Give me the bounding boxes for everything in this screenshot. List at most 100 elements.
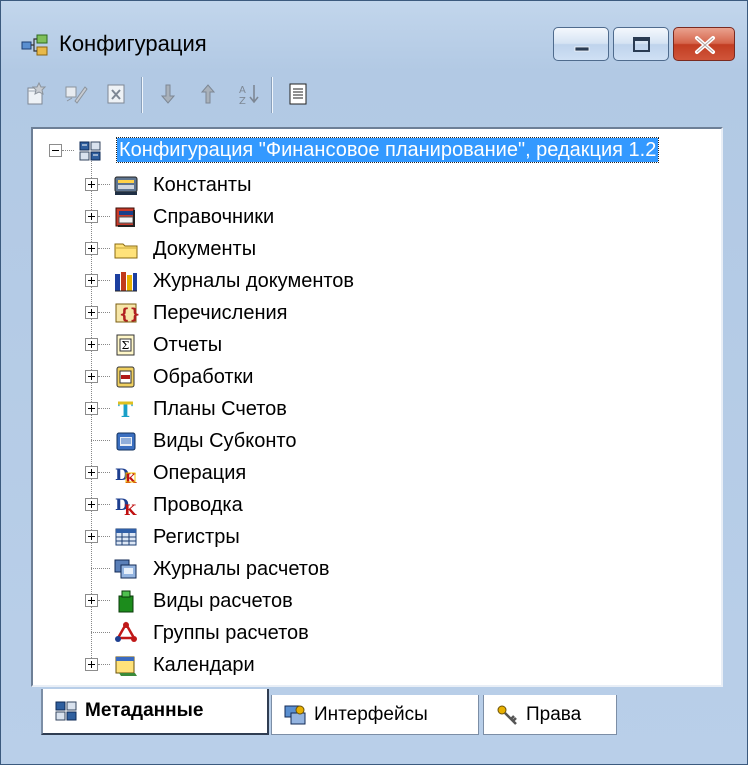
tree-item[interactable]: Журналы документов (33, 265, 721, 297)
tree-item-label[interactable]: Регистры (153, 525, 240, 549)
tree-item-label[interactable]: Операция (153, 461, 246, 485)
tab-metadata[interactable]: Метаданные (41, 689, 269, 735)
tree-item[interactable]: Документы (33, 233, 721, 265)
tree-connector (62, 150, 74, 152)
expand-icon[interactable] (85, 498, 98, 511)
tree-connector (91, 632, 110, 634)
tab-bar: Метаданные Интерфейсы Права (31, 687, 723, 743)
tree-item[interactable]: Справочники (33, 201, 721, 233)
tree-item[interactable]: Регистры (33, 521, 721, 553)
interfaces-icon (284, 705, 306, 724)
tree-item[interactable]: Σ Отчеты (33, 329, 721, 361)
document-journals-icon (115, 272, 137, 292)
svg-text:K: K (124, 503, 137, 518)
tree-item-label[interactable]: Справочники (153, 205, 274, 229)
tree-connector (98, 280, 110, 282)
configuration-window: Конфигурация A Z Конфигурация "Финансово… (0, 0, 748, 765)
expand-icon[interactable] (85, 274, 98, 287)
configuration-root-icon (79, 141, 101, 161)
tree-item[interactable]: D K Проводка (33, 489, 721, 521)
tree-item-label[interactable]: Календари (153, 653, 255, 677)
toolbar-separator (141, 77, 143, 113)
enumerations-icon: {} (115, 303, 139, 323)
chart-of-accounts-icon: T (118, 398, 133, 422)
calculation-journals-icon (114, 559, 137, 579)
tree-item[interactable]: T Планы Счетов (33, 393, 721, 425)
minimize-icon (574, 46, 590, 52)
tab-label: Метаданные (85, 700, 204, 721)
tree-connector (98, 184, 110, 186)
title-bar[interactable]: Конфигурация (1, 1, 747, 63)
tree-item[interactable]: Виды Субконто (33, 425, 721, 457)
close-button[interactable] (673, 27, 735, 61)
subconto-types-icon (116, 432, 136, 451)
tree-item-label[interactable]: Виды расчетов (153, 589, 293, 613)
catalogs-icon (115, 207, 135, 227)
svg-text:Σ: Σ (122, 339, 130, 352)
tree-item-label[interactable]: Отчеты (153, 333, 222, 357)
tree-item-label[interactable]: Планы Счетов (153, 397, 287, 421)
processing-icon (116, 366, 135, 388)
calculation-types-icon (118, 590, 134, 613)
metadata-tree-panel[interactable]: Конфигурация "Финансовое планирование", … (31, 127, 723, 687)
tree-item[interactable]: D K Операция (33, 457, 721, 489)
move-up-button[interactable] (193, 79, 223, 109)
tree-item[interactable]: Группы расчетов (33, 617, 721, 649)
tree-item[interactable]: {} Перечисления (33, 297, 721, 329)
tree-item[interactable]: Константы (33, 169, 721, 201)
properties-button[interactable] (283, 79, 313, 109)
sort-az-button[interactable]: A Z (233, 79, 263, 109)
tree-item-label[interactable]: Группы расчетов (153, 621, 309, 645)
sort-az-icon: A Z (239, 85, 259, 107)
expand-icon[interactable] (85, 242, 98, 255)
metadata-tree[interactable]: Конфигурация "Финансовое планирование", … (33, 129, 721, 685)
edit-item-button[interactable] (61, 79, 91, 109)
entry-icon: DK (115, 495, 137, 518)
tree-item[interactable]: Виды расчетов (33, 585, 721, 617)
calculation-groups-icon (115, 621, 137, 642)
tree-item-label[interactable]: Журналы документов (153, 269, 354, 293)
move-down-button[interactable] (153, 79, 183, 109)
expand-icon[interactable] (85, 306, 98, 319)
expand-icon[interactable] (85, 594, 98, 607)
toolbar: A Z (13, 71, 735, 121)
constants-icon (114, 176, 138, 195)
properties-icon (289, 83, 307, 105)
expand-icon[interactable] (85, 466, 98, 479)
tree-item[interactable]: Календари (33, 649, 721, 681)
expand-icon[interactable] (85, 530, 98, 543)
delete-item-button[interactable] (101, 79, 131, 109)
minimize-button[interactable] (553, 27, 609, 61)
svg-text:Z: Z (239, 96, 246, 107)
new-item-button[interactable] (21, 79, 51, 109)
tree-item-label[interactable]: Виды Субконто (153, 429, 296, 453)
tree-item-label[interactable]: Перечисления (153, 301, 288, 325)
tree-item-label[interactable]: Константы (153, 173, 251, 197)
registers-icon (115, 528, 137, 546)
tree-root-node[interactable]: Конфигурация "Финансовое планирование", … (33, 135, 721, 167)
tree-item-label[interactable]: Документы (153, 237, 256, 261)
collapse-icon[interactable] (49, 144, 62, 157)
expand-icon[interactable] (85, 658, 98, 671)
maximize-icon (633, 37, 650, 52)
expand-icon[interactable] (85, 178, 98, 191)
tree-item[interactable]: Журналы расчетов (33, 553, 721, 585)
tree-item-label[interactable]: Журналы расчетов (153, 557, 330, 581)
expand-icon[interactable] (85, 402, 98, 415)
tab-label: Права (526, 703, 582, 725)
delete-item-icon (107, 84, 125, 104)
tree-connector (98, 472, 110, 474)
tab-interfaces[interactable]: Интерфейсы (271, 695, 479, 735)
maximize-button[interactable] (613, 27, 669, 61)
tree-item-label[interactable]: Проводка (153, 493, 243, 517)
tab-rights[interactable]: Права (483, 695, 617, 735)
rights-icon (497, 705, 517, 725)
expand-icon[interactable] (85, 210, 98, 223)
expand-icon[interactable] (85, 370, 98, 383)
tree-item[interactable]: Обработки (33, 361, 721, 393)
tree-item-label[interactable]: Обработки (153, 365, 253, 389)
tree-root-label[interactable]: Конфигурация "Финансовое планирование", … (115, 137, 660, 163)
expand-icon[interactable] (85, 338, 98, 351)
move-up-icon (200, 84, 216, 104)
tree-connector (98, 312, 110, 314)
